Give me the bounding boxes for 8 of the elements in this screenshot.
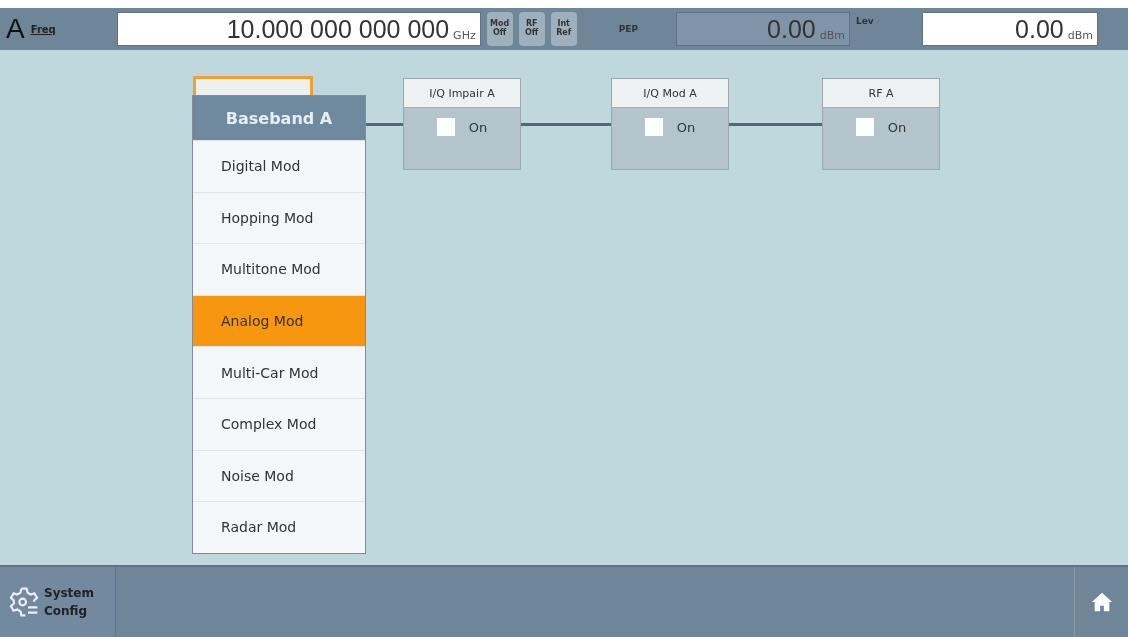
- menu-title: Baseband A: [193, 96, 365, 140]
- channel-label: A: [6, 13, 25, 45]
- block-title: RF A: [823, 79, 939, 108]
- block-title: I/Q Mod A: [612, 79, 728, 108]
- pep-label: PEP: [618, 24, 639, 34]
- block-title: I/Q Impair A: [404, 79, 520, 108]
- pep-field: 0.00 dBm: [676, 12, 851, 46]
- lev-label: Lev: [856, 16, 875, 26]
